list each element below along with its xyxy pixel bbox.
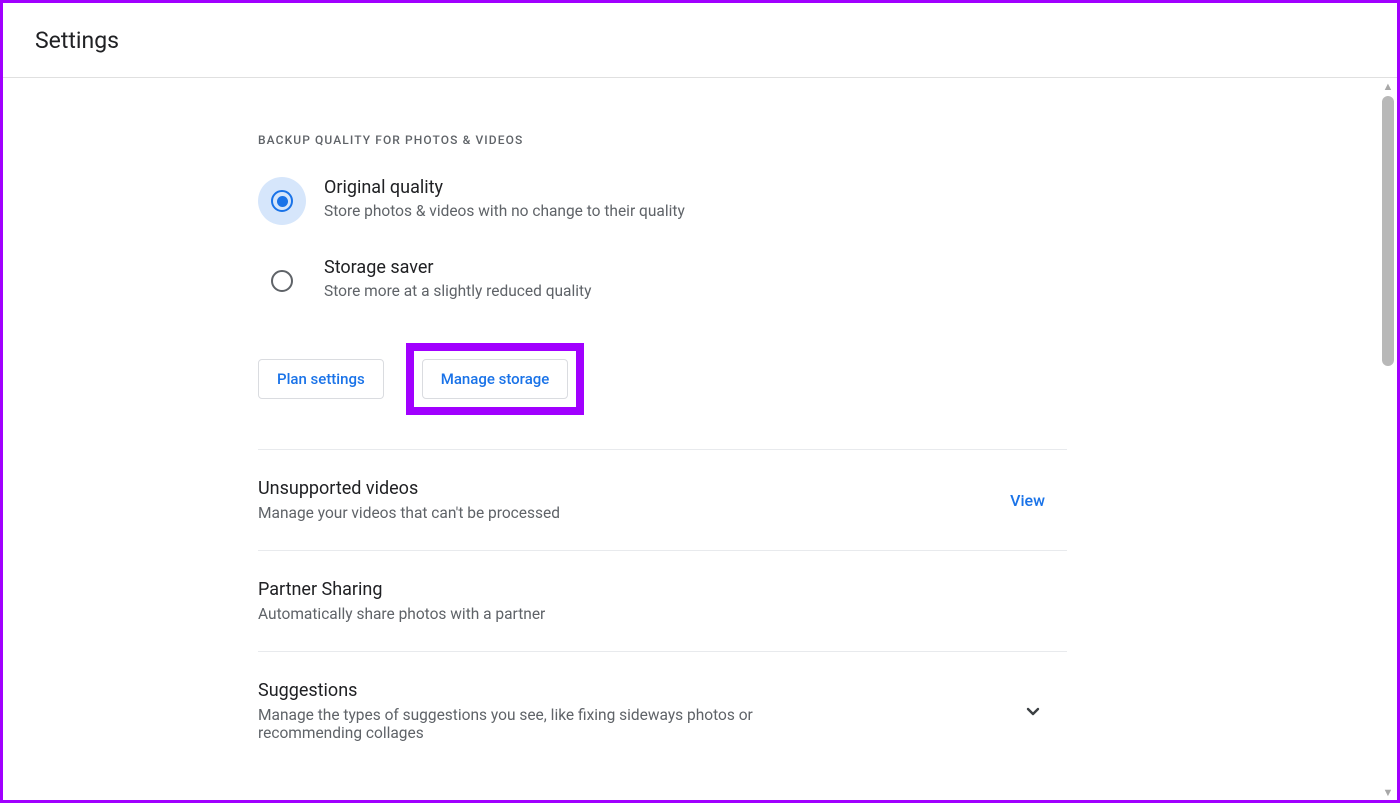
backup-button-row: Plan settings Manage storage xyxy=(258,343,1067,415)
unsupported-videos-row[interactable]: Unsupported videos Manage your videos th… xyxy=(258,450,1067,551)
partner-sharing-row[interactable]: Partner Sharing Automatically share phot… xyxy=(258,551,1067,652)
radio-option-text: Original quality Store photos & videos w… xyxy=(324,177,685,220)
page-title: Settings xyxy=(35,27,119,54)
row-title: Unsupported videos xyxy=(258,478,560,499)
scroll-thumb[interactable] xyxy=(1382,96,1394,366)
row-desc: Manage your videos that can't be process… xyxy=(258,504,560,522)
view-link[interactable]: View xyxy=(1010,491,1067,510)
header-bar: Settings xyxy=(3,3,1397,78)
chevron-down-icon[interactable] xyxy=(1021,699,1067,723)
manage-storage-highlight: Manage storage xyxy=(406,343,585,415)
suggestions-row[interactable]: Suggestions Manage the types of suggesti… xyxy=(258,652,1067,770)
scrollbar[interactable]: ▲ ▼ xyxy=(1379,78,1397,800)
backup-quality-section-label: BACKUP QUALITY FOR PHOTOS & VIDEOS xyxy=(258,133,1067,147)
radio-unselected-halo xyxy=(258,257,306,305)
radio-option-original-quality[interactable]: Original quality Store photos & videos w… xyxy=(258,177,1067,225)
settings-content: BACKUP QUALITY FOR PHOTOS & VIDEOS Origi… xyxy=(258,78,1067,770)
scroll-down-arrow-icon[interactable]: ▼ xyxy=(1379,784,1397,800)
scroll-up-arrow-icon[interactable]: ▲ xyxy=(1379,78,1397,94)
row-desc: Manage the types of suggestions you see,… xyxy=(258,706,858,742)
option-desc: Store more at a slightly reduced quality xyxy=(324,282,591,300)
radio-circle-icon xyxy=(271,270,293,292)
row-text: Partner Sharing Automatically share phot… xyxy=(258,579,545,623)
option-title: Original quality xyxy=(324,177,685,198)
option-desc: Store photos & videos with no change to … xyxy=(324,202,685,220)
content-wrap: BACKUP QUALITY FOR PHOTOS & VIDEOS Origi… xyxy=(3,78,1397,800)
radio-selected-halo xyxy=(258,177,306,225)
row-title: Suggestions xyxy=(258,680,858,701)
row-text: Suggestions Manage the types of suggesti… xyxy=(258,680,858,742)
radio-dot-icon xyxy=(277,196,288,207)
option-title: Storage saver xyxy=(324,257,591,278)
row-desc: Automatically share photos with a partne… xyxy=(258,605,545,623)
radio-option-text: Storage saver Store more at a slightly r… xyxy=(324,257,591,300)
row-title: Partner Sharing xyxy=(258,579,545,600)
manage-storage-button[interactable]: Manage storage xyxy=(422,359,569,399)
plan-settings-button[interactable]: Plan settings xyxy=(258,359,384,399)
radio-option-storage-saver[interactable]: Storage saver Store more at a slightly r… xyxy=(258,257,1067,305)
radio-circle-icon xyxy=(271,190,293,212)
row-text: Unsupported videos Manage your videos th… xyxy=(258,478,560,522)
app-frame: Settings BACKUP QUALITY FOR PHOTOS & VID… xyxy=(0,0,1400,803)
